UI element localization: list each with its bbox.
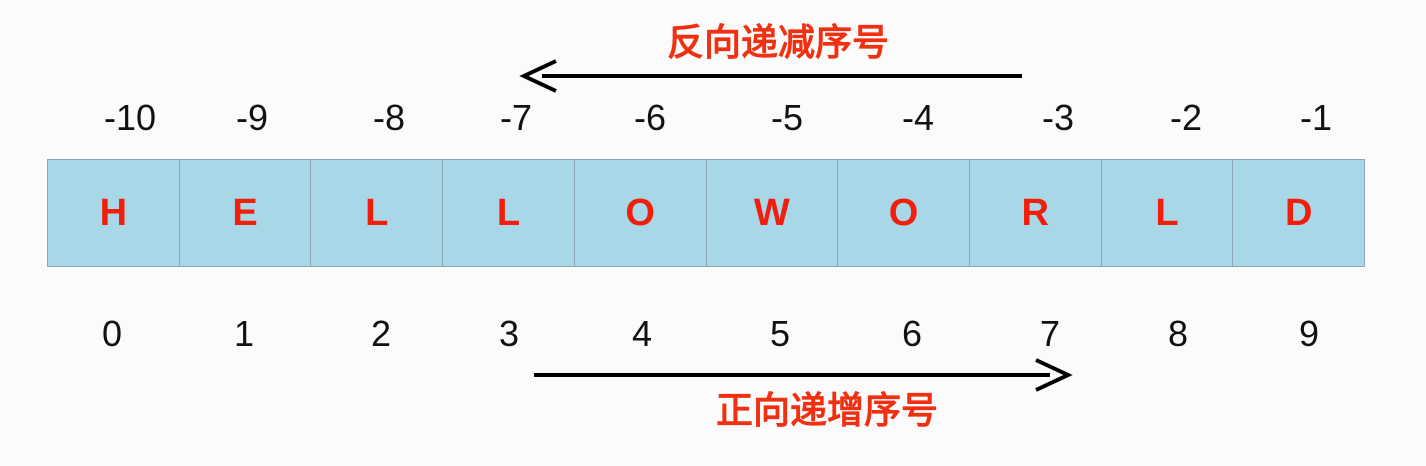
forward-direction-arrow bbox=[534, 358, 1073, 392]
forward-index-caption: 正向递增序号 bbox=[716, 389, 938, 432]
